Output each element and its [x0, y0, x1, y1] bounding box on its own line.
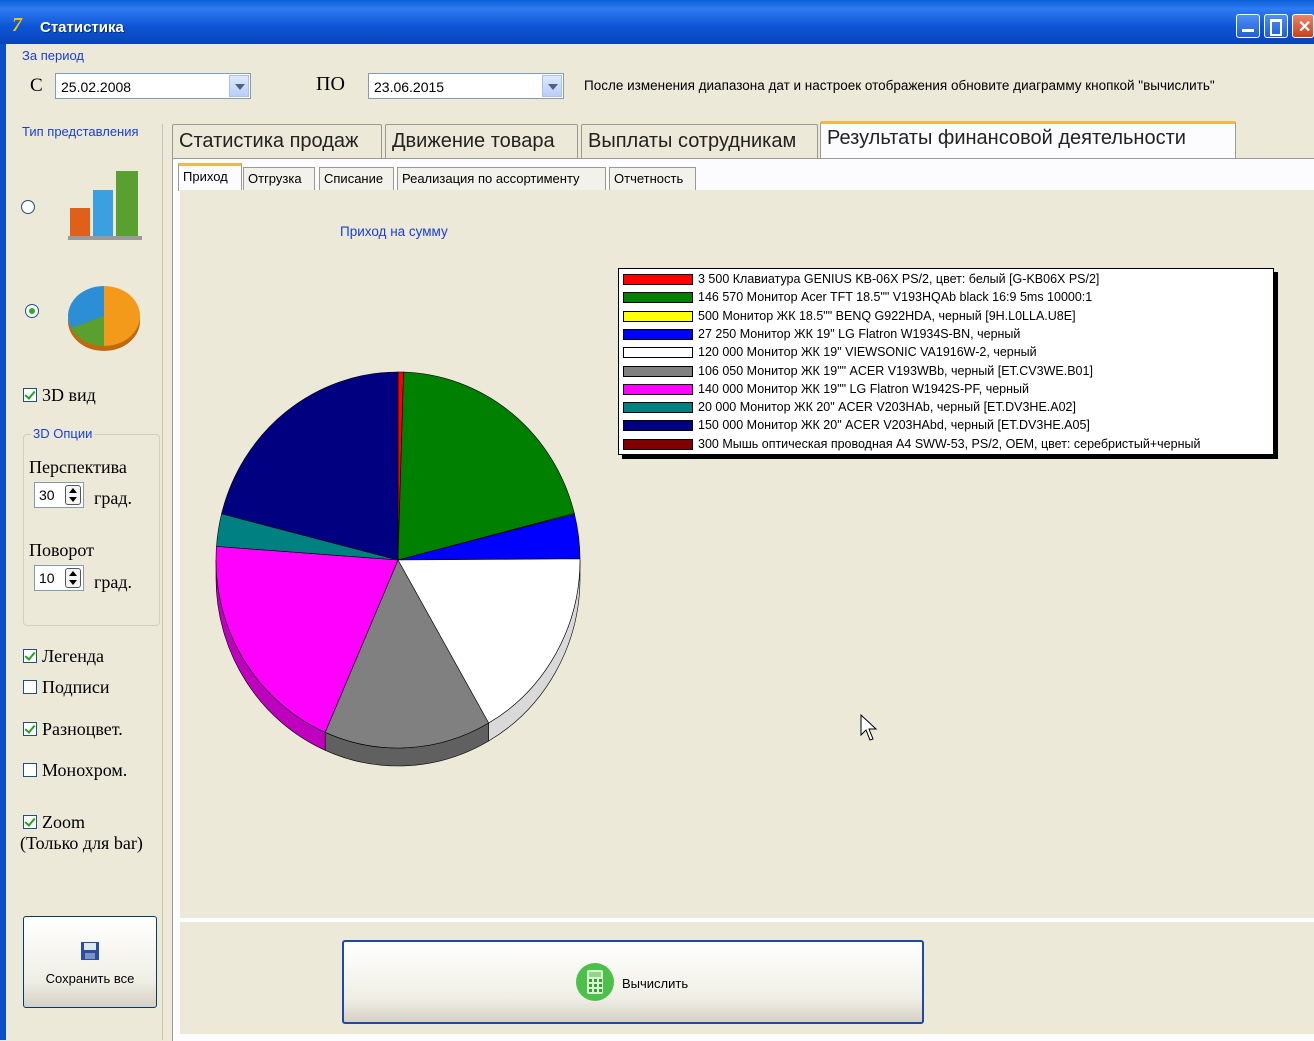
pie-chart-icon	[66, 283, 146, 353]
legend-label: 150 000 Монитор ЖК 20" ACER V203HAbd, че…	[698, 418, 1090, 432]
subtab-shipment[interactable]: Отгрузка	[243, 167, 315, 190]
multicolor-checkbox[interactable]	[23, 722, 37, 736]
legend-label: Легенда	[42, 646, 104, 667]
tab-financial-results[interactable]: Результаты финансовой деятельности	[820, 121, 1236, 159]
bar-chart-icon	[66, 168, 146, 242]
window-frame	[0, 44, 6, 1040]
save-icon	[80, 941, 100, 961]
legend-label: 300 Мышь оптическая проводная A4 SWW-53,…	[698, 437, 1200, 451]
tab-employee-payments[interactable]: Выплаты сотрудникам	[581, 124, 818, 158]
perspective-value: 30	[39, 487, 55, 503]
options-group-label: 3D Опции	[31, 426, 94, 441]
legend-checkbox[interactable]	[23, 649, 37, 663]
to-label: ПО	[316, 73, 345, 96]
tab-goods-movement[interactable]: Движение товара	[385, 124, 578, 158]
captions-checkbox[interactable]	[23, 680, 37, 694]
from-label: С	[30, 75, 43, 97]
chevron-down-icon[interactable]	[229, 75, 249, 97]
legend-label: 3 500 Клавиатура GENIUS KB-06X PS/2, цве…	[698, 272, 1099, 286]
rotation-unit: град.	[94, 572, 132, 593]
legend-swatch	[623, 420, 693, 431]
monochrome-checkbox[interactable]	[23, 763, 37, 777]
calculate-label: Вычислить	[622, 976, 688, 991]
calculator-icon	[574, 962, 616, 1002]
perspective-unit: град.	[94, 488, 132, 509]
legend-swatch	[623, 366, 693, 377]
app-icon: 7	[12, 14, 36, 36]
bottom-panel: Вычислить	[180, 920, 1314, 1034]
legend-swatch	[623, 402, 693, 413]
from-date-combo[interactable]: 25.02.2008	[55, 73, 251, 99]
pie-chart-radio[interactable]	[25, 304, 39, 318]
legend-swatch	[623, 347, 693, 358]
legend-label: 146 570 Монитор Acer TFT 18.5"" V193HQAb…	[698, 290, 1092, 304]
legend-label: 120 000 Монитор ЖК 19" VIEWSONIC VA1916W…	[698, 345, 1037, 359]
to-date-combo[interactable]: 23.06.2015	[368, 73, 564, 99]
perspective-spinner[interactable]: 30	[34, 482, 84, 508]
chart-legend: 3 500 Клавиатура GENIUS KB-06X PS/2, цве…	[618, 268, 1274, 455]
rotation-label: Поворот	[29, 540, 94, 561]
to-date-value: 23.06.2015	[374, 79, 444, 95]
chevron-down-icon[interactable]	[542, 75, 562, 97]
view3d-label: 3D вид	[42, 385, 96, 406]
subtab-assortment-sales[interactable]: Реализация по ассортименту	[397, 167, 606, 190]
perspective-label: Перспектива	[29, 457, 127, 478]
save-all-label: Сохранить все	[24, 971, 156, 986]
subtab-writeoff[interactable]: Списание	[319, 167, 394, 190]
minimize-button[interactable]	[1236, 14, 1260, 38]
zoom-checkbox[interactable]	[23, 815, 37, 829]
legend-swatch	[623, 292, 693, 303]
spin-arrows-icon[interactable]	[65, 485, 81, 505]
view3d-checkbox[interactable]	[23, 388, 37, 402]
save-all-button[interactable]: Сохранить все	[23, 916, 157, 1008]
zoom-label: Zoom	[42, 812, 85, 833]
view-type-label: Тип представления	[22, 124, 139, 139]
legend-label: 20 000 Монитор ЖК 20" ACER V203HAb, черн…	[698, 400, 1076, 414]
refresh-hint: После изменения диапазона дат и настроек…	[584, 78, 1215, 93]
legend-swatch	[623, 311, 693, 322]
zoom-note: (Только для bar)	[20, 833, 143, 854]
bar-chart-radio[interactable]	[21, 200, 35, 214]
legend-label: 106 050 Монитор ЖК 19"" ACER V193WBb, че…	[698, 364, 1093, 378]
legend-swatch	[623, 439, 693, 450]
captions-label: Подписи	[42, 677, 110, 698]
calculate-button[interactable]: Вычислить	[342, 940, 924, 1024]
subtab-reports[interactable]: Отчетность	[609, 167, 696, 190]
multicolor-label: Разноцвет.	[42, 719, 123, 740]
period-group-label: За период	[22, 48, 84, 63]
monochrome-label: Монохром.	[42, 760, 127, 781]
maximize-button[interactable]	[1264, 14, 1288, 38]
subtab-income[interactable]: Приход	[178, 163, 242, 191]
mouse-cursor-icon	[860, 714, 880, 742]
legend-label: 140 000 Монитор ЖК 19"" LG Flatron W1942…	[698, 382, 1029, 396]
tab-sales-stats[interactable]: Статистика продаж	[172, 124, 382, 158]
rotation-value: 10	[39, 570, 55, 586]
panel-divider	[162, 124, 163, 1040]
legend-swatch	[623, 274, 693, 285]
legend-swatch	[623, 384, 693, 395]
rotation-spinner[interactable]: 10	[34, 565, 84, 591]
spin-arrows-icon[interactable]	[65, 568, 81, 588]
close-button[interactable]: ✕	[1292, 14, 1314, 38]
from-date-value: 25.02.2008	[61, 79, 131, 95]
pie-chart	[180, 190, 620, 810]
title-bar: 7 Статистика ✕	[0, 0, 1314, 44]
legend-swatch	[623, 329, 693, 340]
window-title: Статистика	[40, 19, 124, 36]
legend-label: 500 Монитор ЖК 18.5"" BENQ G922HDA, черн…	[698, 309, 1076, 323]
legend-label: 27 250 Монитор ЖК 19" LG Flatron W1934S-…	[698, 327, 1020, 341]
